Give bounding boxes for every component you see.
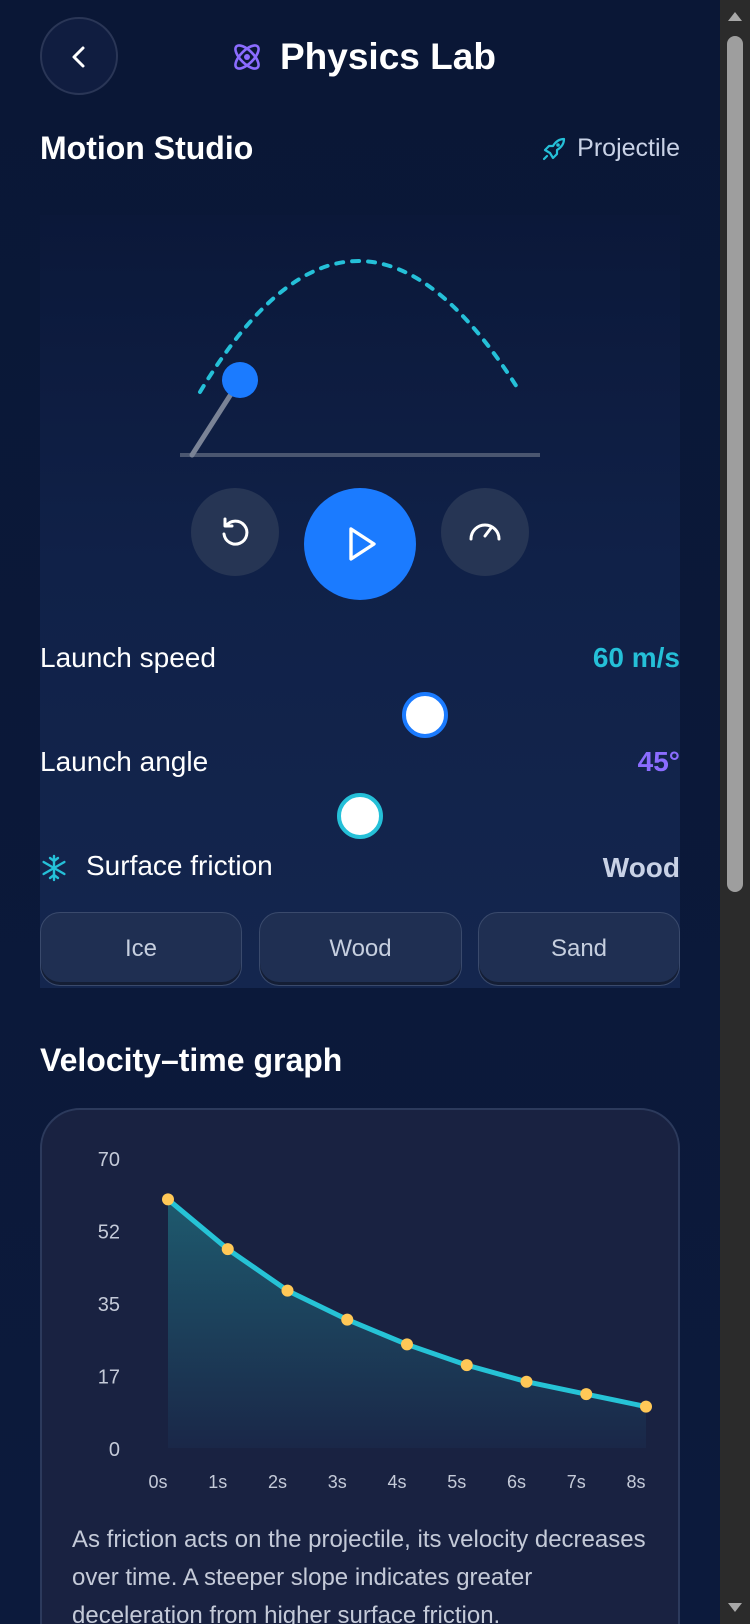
- reset-button[interactable]: [191, 488, 279, 576]
- friction-option-wood[interactable]: Wood: [259, 912, 462, 986]
- data-point: [520, 1375, 533, 1388]
- speed-button[interactable]: [441, 488, 529, 576]
- back-button[interactable]: [40, 17, 118, 95]
- data-point: [221, 1243, 234, 1256]
- launch-angle-row: Launch angle 45°: [40, 746, 680, 786]
- launch-speed-label: Launch speed: [40, 642, 216, 673]
- gauge-icon: [469, 523, 501, 541]
- launch-speed-value: 60 m/s: [592, 642, 680, 673]
- launch-angle-value: 45°: [637, 746, 680, 777]
- scrollbar-thumb[interactable]: [727, 36, 743, 892]
- data-point: [401, 1338, 413, 1351]
- x-tick-label: 0s: [148, 1472, 167, 1492]
- surface-friction-row: Surface friction Wood: [40, 850, 680, 890]
- data-point: [281, 1284, 294, 1297]
- y-tick-label: 17: [98, 1367, 120, 1389]
- app-header: Physics Lab: [0, 0, 720, 110]
- play-button[interactable]: [304, 488, 416, 600]
- data-point: [640, 1400, 652, 1413]
- mode-label: Projectile: [577, 134, 680, 162]
- launch-angle-label: Launch angle: [40, 746, 209, 777]
- launch-angle-slider-thumb[interactable]: [337, 793, 383, 839]
- y-tick-label: 70: [98, 1149, 120, 1171]
- surface-friction-value: Wood: [602, 852, 680, 883]
- playback-controls: [0, 488, 720, 603]
- surface-friction-label: Surface friction: [86, 850, 273, 881]
- motion-studio-title: Motion Studio: [40, 130, 254, 166]
- x-tick-label: 1s: [208, 1472, 227, 1492]
- play-icon: [349, 527, 376, 561]
- scroll-down-arrow[interactable]: [728, 1603, 742, 1612]
- graph-title: Velocity–time graph: [40, 1042, 343, 1078]
- data-point: [341, 1313, 354, 1326]
- launch-speed-row: Launch speed 60 m/s: [40, 642, 680, 682]
- x-tick-label: 4s: [387, 1472, 406, 1492]
- graph-caption: As friction acts on the projectile, its …: [72, 1526, 646, 1624]
- scrollbar[interactable]: [720, 0, 750, 1624]
- y-tick-label: 0: [109, 1439, 120, 1461]
- data-point: [580, 1388, 593, 1401]
- mode-chip[interactable]: Projectile: [541, 134, 680, 163]
- data-point: [460, 1359, 473, 1372]
- friction-options: Ice Wood Sand: [40, 912, 680, 988]
- rocket-icon: [543, 137, 566, 160]
- y-tick-label: 35: [98, 1294, 120, 1316]
- x-tick-label: 5s: [447, 1472, 466, 1492]
- physics-lab-page: Physics Lab Motion Studio Projectile Lau…: [0, 0, 720, 1624]
- launch-speed-slider-thumb[interactable]: [402, 692, 448, 738]
- x-tick-label: 8s: [626, 1472, 645, 1492]
- projectile-ball: [222, 362, 258, 398]
- velocity-area: [168, 1199, 646, 1448]
- simulation-canvas: [180, 259, 540, 458]
- y-tick-label: 52: [98, 1222, 120, 1244]
- x-tick-label: 2s: [268, 1472, 287, 1492]
- scroll-up-arrow[interactable]: [728, 12, 742, 21]
- atom-icon: [234, 44, 260, 70]
- snowflake-icon: [42, 854, 66, 882]
- chevron-left-icon: [72, 46, 85, 68]
- data-point: [162, 1193, 174, 1206]
- x-tick-label: 6s: [507, 1472, 526, 1492]
- friction-option-ice[interactable]: Ice: [40, 912, 242, 986]
- friction-option-sand[interactable]: Sand: [478, 912, 680, 986]
- x-tick-label: 7s: [567, 1472, 586, 1492]
- rotate-ccw-icon: [222, 517, 249, 546]
- header-title-group: Physics Lab: [230, 32, 496, 82]
- velocity-time-chart: 70 52 35 17 0 0s 1s 2s 3s 4s 5s 6s 7s 8s: [98, 1149, 652, 1492]
- x-tick-label: 3s: [328, 1472, 347, 1492]
- page-title: Physics Lab: [280, 36, 496, 77]
